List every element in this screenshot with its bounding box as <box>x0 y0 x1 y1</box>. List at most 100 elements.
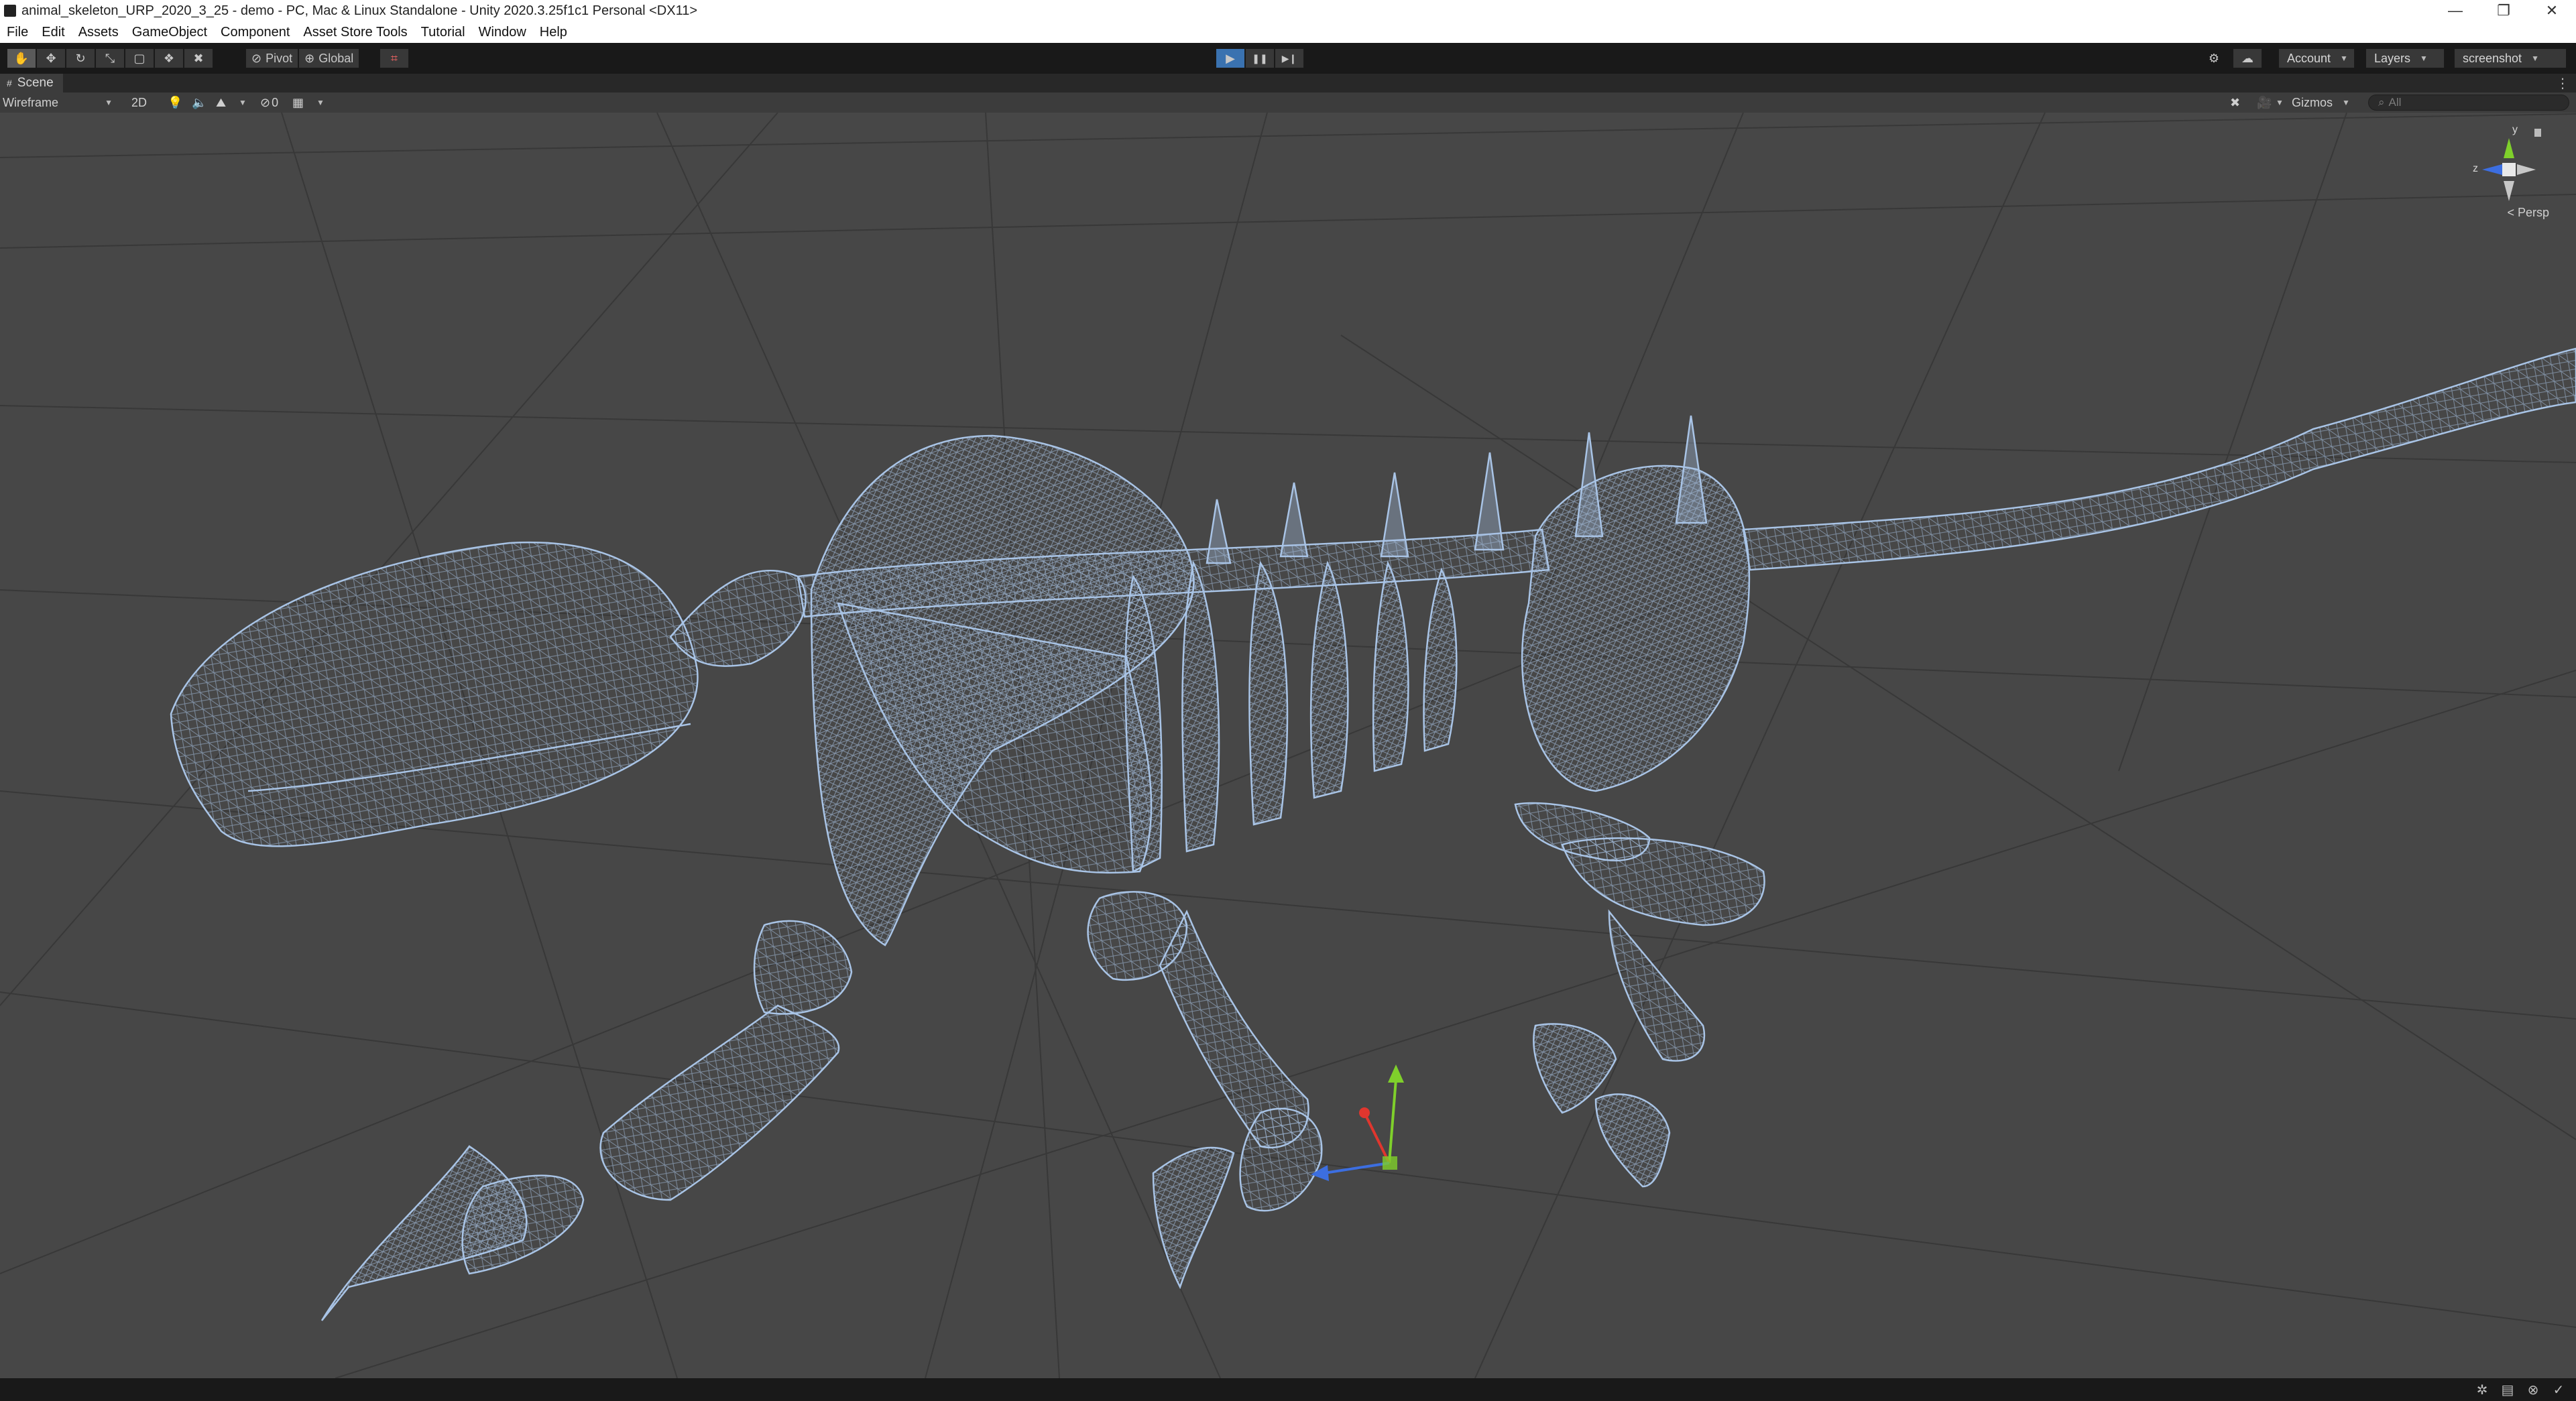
pivot-global-group: ⊘ Pivot ⊕ Global <box>245 48 360 68</box>
grid-snap-button[interactable]: ⌗ <box>379 48 409 68</box>
account-dropdown[interactable]: Account ▼ <box>2278 48 2355 68</box>
scale-tool-button[interactable]: ⤡ <box>95 48 125 68</box>
global-toggle-button[interactable]: ⊕ Global <box>298 48 360 68</box>
scene-tab-bar: # Scene ⋮ <box>0 74 2576 93</box>
menu-tutorial[interactable]: Tutorial <box>414 25 472 40</box>
transform-gizmo[interactable] <box>1311 1064 1404 1181</box>
transform-tool-button[interactable]: ❖ <box>154 48 184 68</box>
gizmos-dropdown[interactable]: Gizmos ▼ <box>2292 94 2350 111</box>
globe-icon: ⊕ <box>304 51 315 65</box>
check-icon[interactable]: ✓ <box>2551 1382 2567 1398</box>
play-button[interactable]: ▶ <box>1216 48 1245 68</box>
menu-window[interactable]: Window <box>472 25 533 40</box>
tab-scene-label: Scene <box>17 76 54 90</box>
grid-toggle-icon[interactable]: ▦ <box>292 94 304 111</box>
layout-dropdown[interactable]: screenshot ▼ <box>2454 48 2567 68</box>
effects-toggle-icon[interactable]: ⛰ <box>216 94 226 111</box>
pause-button[interactable]: ❚❚ <box>1245 48 1275 68</box>
gizmos-label: Gizmos <box>2292 95 2333 109</box>
hand-tool-button[interactable]: ✋ <box>7 48 36 68</box>
account-label: Account <box>2287 51 2331 65</box>
menu-assets[interactable]: Assets <box>72 25 125 40</box>
network-icon[interactable]: ⊗ <box>2525 1382 2541 1398</box>
scene-viewport[interactable] <box>0 113 2576 1378</box>
collab-button[interactable]: ⚙ <box>2199 48 2229 68</box>
gear-icon: ⚙ <box>2208 51 2220 65</box>
axis-y-label: y <box>2512 124 2518 135</box>
more-options-icon[interactable]: ⋮ <box>2556 75 2569 92</box>
lock-icon[interactable] <box>2534 129 2541 137</box>
pivot-label: Pivot <box>266 51 293 65</box>
layers-dropdown[interactable]: Layers ▼ <box>2365 48 2445 68</box>
unity-logo-icon <box>4 5 16 17</box>
lighting-toggle-icon[interactable]: 💡 <box>168 94 182 111</box>
chevron-down-icon[interactable]: ▼ <box>2276 94 2284 111</box>
scene-view-toolbar: Wireframe ▼ 2D 💡 🔈 ⛰ ▼ ⊘ 0 ▦ ▼ ✖ 🎥 ▼ Giz… <box>0 93 2576 113</box>
search-placeholder: All <box>2388 96 2402 109</box>
snap-group: ⌗ <box>379 48 409 68</box>
scene-icon: # <box>7 78 12 88</box>
layout-group: screenshot ▼ <box>2454 48 2567 68</box>
layers-label: Layers <box>2374 51 2411 65</box>
menu-gameobject[interactable]: GameObject <box>125 25 214 40</box>
scene-search-input[interactable]: ⌕ All <box>2368 95 2569 111</box>
axis-z-cone-icon[interactable] <box>2482 164 2502 175</box>
step-button[interactable]: ▶❙ <box>1275 48 1304 68</box>
close-button[interactable]: ✕ <box>2528 0 2576 21</box>
pivot-icon: ⊘ <box>251 51 262 65</box>
perspective-label[interactable]: < Persp <box>2507 206 2549 220</box>
grid-snap-icon: ⌗ <box>390 51 398 65</box>
global-label: Global <box>318 51 354 65</box>
bug-icon[interactable]: ✲ <box>2474 1382 2490 1398</box>
chevron-down-icon: ▼ <box>2342 98 2350 107</box>
window-title-bar: animal_skeleton_URP_2020_3_25 - demo - P… <box>0 0 2576 21</box>
menu-edit[interactable]: Edit <box>35 25 71 40</box>
tab-scene[interactable]: # Scene <box>0 74 63 93</box>
menu-asset-store-tools[interactable]: Asset Store Tools <box>296 25 414 40</box>
cloud-button[interactable]: ☁ <box>2233 48 2262 68</box>
draw-mode-label: Wireframe <box>3 95 59 109</box>
chevron-down-icon[interactable]: ▼ <box>316 94 325 111</box>
chevron-down-icon: ▼ <box>2420 54 2428 63</box>
hidden-objects-toggle[interactable]: ⊘ 0 <box>260 94 278 111</box>
draw-mode-dropdown[interactable]: Wireframe ▼ <box>3 94 117 111</box>
axis-z-label: z <box>2473 163 2478 174</box>
camera-icon[interactable]: 🎥 <box>2257 94 2272 111</box>
minimize-button[interactable]: — <box>2431 0 2479 21</box>
chevron-down-icon[interactable]: ▼ <box>239 94 247 111</box>
audio-toggle-icon[interactable]: 🔈 <box>192 94 207 111</box>
menu-help[interactable]: Help <box>533 25 574 40</box>
status-bar: ✲ ▤ ⊗ ✓ <box>0 1378 2576 1401</box>
chevron-down-icon: ▼ <box>105 98 113 107</box>
layout-label: screenshot <box>2463 51 2522 65</box>
rotate-tool-button[interactable]: ↻ <box>66 48 95 68</box>
progress-icon[interactable]: ▤ <box>2500 1382 2516 1398</box>
toggle-2d-button[interactable]: 2D <box>131 94 147 111</box>
rect-tool-button[interactable]: ▢ <box>125 48 154 68</box>
pivot-toggle-button[interactable]: ⊘ Pivot <box>245 48 299 68</box>
axis-y-cone-icon[interactable] <box>2504 138 2514 158</box>
eye-slash-icon: ⊘ <box>260 95 271 109</box>
chevron-down-icon: ▼ <box>2531 54 2539 63</box>
scene-render <box>0 113 2576 1378</box>
transform-tools: ✋ ✥ ↻ ⤡ ▢ ❖ ✖ <box>7 48 213 68</box>
hidden-count: 0 <box>272 95 279 109</box>
center-cube-icon[interactable] <box>2502 163 2516 176</box>
playmode-controls: ▶ ❚❚ ▶❙ <box>1216 48 1304 68</box>
services-group: ⚙ ☁ <box>2199 48 2262 68</box>
tools-icon[interactable]: ✖ <box>2230 94 2240 111</box>
move-tool-button[interactable]: ✥ <box>36 48 66 68</box>
custom-tool-button[interactable]: ✖ <box>184 48 213 68</box>
axis-neg-y-cone-icon[interactable] <box>2504 181 2514 201</box>
axis-x-cone-icon[interactable] <box>2517 164 2536 175</box>
menu-file[interactable]: File <box>0 25 35 40</box>
chevron-down-icon: ▼ <box>2340 54 2348 63</box>
search-icon: ⌕ <box>2378 96 2385 109</box>
menu-component[interactable]: Component <box>214 25 296 40</box>
main-toolbar: ✋ ✥ ↻ ⤡ ▢ ❖ ✖ ⊘ Pivot ⊕ Global ⌗ ▶ ❚❚ ▶❙… <box>0 43 2576 74</box>
account-group: Account ▼ <box>2278 48 2355 68</box>
skeleton-wireframe <box>170 347 2576 1321</box>
window-title: animal_skeleton_URP_2020_3_25 - demo - P… <box>21 3 698 18</box>
menu-bar: File Edit Assets GameObject Component As… <box>0 21 2576 44</box>
restore-button[interactable]: ❐ <box>2479 0 2528 21</box>
